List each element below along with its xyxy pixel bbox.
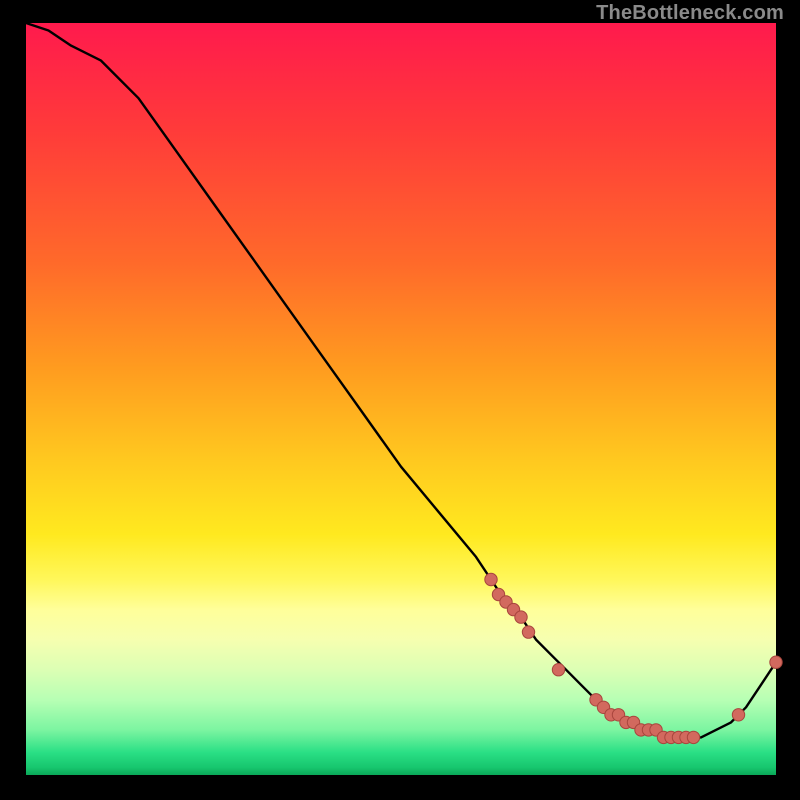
bottleneck-curve bbox=[26, 23, 776, 737]
chart-stage: TheBottleneck.com bbox=[0, 0, 800, 800]
curve-marker bbox=[687, 731, 699, 743]
curve-marker bbox=[522, 626, 534, 638]
curve-marker bbox=[485, 573, 497, 585]
curve-marker bbox=[552, 664, 564, 676]
curve-marker bbox=[732, 709, 744, 721]
curve-marker bbox=[515, 611, 527, 623]
watermark-text: TheBottleneck.com bbox=[596, 2, 784, 25]
chart-svg bbox=[26, 23, 776, 775]
curve-marker bbox=[770, 656, 782, 668]
curve-markers bbox=[485, 573, 782, 743]
